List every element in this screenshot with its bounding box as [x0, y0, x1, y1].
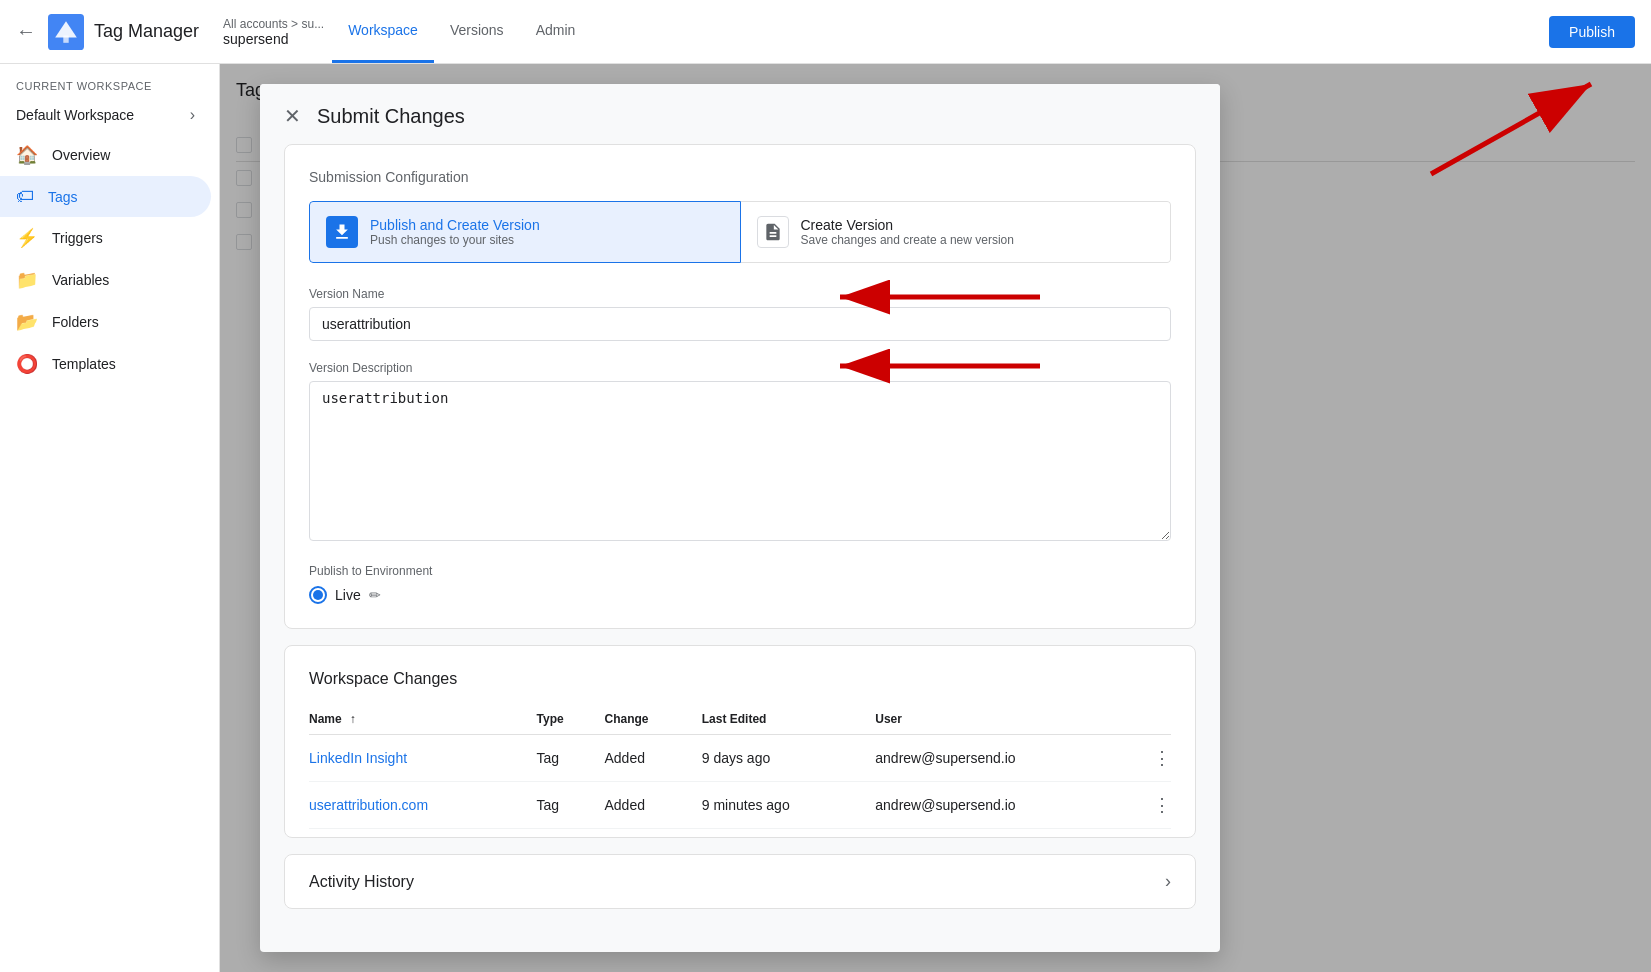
col-header-last-edited: Last Edited: [702, 704, 876, 735]
sidebar-item-label-tags: Tags: [48, 189, 78, 205]
env-radio-inner: [313, 590, 323, 600]
main-layout: CURRENT WORKSPACE Default Workspace › 🏠 …: [0, 64, 1651, 972]
nav-item-versions[interactable]: Versions: [434, 0, 520, 63]
tags-icon: 🏷: [16, 186, 34, 207]
workspace-changes-title: Workspace Changes: [309, 670, 1171, 688]
current-workspace-label: CURRENT WORKSPACE: [0, 64, 219, 96]
row-1-change: Added: [604, 782, 701, 829]
row-0-user: andrew@supersend.io: [875, 735, 1139, 782]
publish-option-text: Publish and Create Version Push changes …: [370, 217, 540, 247]
changes-table-header-row: Name ↑ Type Change Last Edited User: [309, 704, 1171, 735]
version-name-group: Version Name: [309, 287, 1171, 341]
version-name-label: Version Name: [309, 287, 1171, 301]
gtm-logo: [48, 14, 84, 50]
col-header-name: Name ↑: [309, 704, 537, 735]
publish-option-icon: [326, 216, 358, 248]
publish-env-label: Publish to Environment: [309, 564, 1171, 578]
folders-icon: 📂: [16, 311, 38, 333]
nav-item-admin[interactable]: Admin: [520, 0, 592, 63]
modal-close-button[interactable]: ✕: [284, 104, 301, 128]
table-row: userattribution.com Tag Added 9 minutes …: [309, 782, 1171, 829]
modal-title: Submit Changes: [317, 105, 465, 128]
table-row: LinkedIn Insight Tag Added 9 days ago an…: [309, 735, 1171, 782]
version-desc-label: Version Description: [309, 361, 1171, 375]
create-option-text: Create Version Save changes and create a…: [801, 217, 1014, 247]
create-option-icon: [757, 216, 789, 248]
sidebar-item-label-triggers: Triggers: [52, 230, 103, 246]
publish-env-group: Publish to Environment Live ✏: [309, 564, 1171, 604]
content-area: Tags Name Conversa... LinkedIn... userat…: [220, 64, 1651, 972]
activity-history-header[interactable]: Activity History ›: [285, 855, 1195, 908]
workspace-display-name: Default Workspace: [16, 107, 190, 123]
col-header-user: User: [875, 704, 1139, 735]
environment-item: Live ✏: [309, 586, 1171, 604]
sidebar-item-templates[interactable]: ⭕ Templates: [0, 343, 211, 385]
row-1-menu-button[interactable]: ⋮: [1140, 782, 1171, 829]
row-1-name[interactable]: userattribution.com: [309, 782, 537, 829]
modal-header: ✕ Submit Changes: [260, 84, 1220, 144]
templates-icon: ⭕: [16, 353, 38, 375]
workspace-changes-card: Workspace Changes Name ↑ Type: [284, 645, 1196, 838]
row-0-change: Added: [604, 735, 701, 782]
row-0-name[interactable]: LinkedIn Insight: [309, 735, 537, 782]
sidebar-item-variables[interactable]: 📁 Variables: [0, 259, 211, 301]
col-header-type: Type: [537, 704, 605, 735]
sidebar-item-overview[interactable]: 🏠 Overview: [0, 134, 211, 176]
env-radio[interactable]: [309, 586, 327, 604]
sidebar-item-label-variables: Variables: [52, 272, 109, 288]
sidebar-item-folders[interactable]: 📂 Folders: [0, 301, 211, 343]
workspace-changes-table: Name ↑ Type Change Last Edited User: [309, 704, 1171, 829]
topbar-nav: Workspace Versions Admin: [332, 0, 591, 63]
back-button[interactable]: ←: [16, 20, 36, 43]
sidebar-item-label-overview: Overview: [52, 147, 110, 163]
publish-option-subtitle: Push changes to your sites: [370, 233, 540, 247]
col-header-actions: [1140, 704, 1171, 735]
create-version-option[interactable]: Create Version Save changes and create a…: [741, 201, 1172, 263]
activity-history-card: Activity History ›: [284, 854, 1196, 909]
default-workspace-item[interactable]: Default Workspace ›: [0, 96, 211, 134]
row-0-menu-button[interactable]: ⋮: [1140, 735, 1171, 782]
account-label: All accounts > su...: [223, 17, 324, 31]
topbar: ← Tag Manager All accounts > su... super…: [0, 0, 1651, 64]
publish-option-title: Publish and Create Version: [370, 217, 540, 233]
row-1-last-edited: 9 minutes ago: [702, 782, 876, 829]
workspace-name-topbar: supersend: [223, 31, 324, 47]
nav-item-workspace[interactable]: Workspace: [332, 0, 434, 63]
sidebar-item-tags[interactable]: 🏷 Tags: [0, 176, 211, 217]
create-option-subtitle: Save changes and create a new version: [801, 233, 1014, 247]
name-sort-icon[interactable]: ↑: [350, 712, 356, 726]
create-option-title: Create Version: [801, 217, 1014, 233]
publish-option[interactable]: Publish and Create Version Push changes …: [309, 201, 741, 263]
publish-button[interactable]: Publish: [1549, 16, 1635, 48]
app-name: Tag Manager: [94, 21, 199, 42]
sidebar-item-triggers[interactable]: ⚡ Triggers: [0, 217, 211, 259]
row-0-last-edited: 9 days ago: [702, 735, 876, 782]
activity-chevron-icon: ›: [1165, 871, 1171, 892]
workspace-chevron-icon: ›: [190, 106, 195, 124]
row-1-type: Tag: [537, 782, 605, 829]
overview-icon: 🏠: [16, 144, 38, 166]
submission-config-card: Submission Configuration Publish and Cre…: [284, 144, 1196, 629]
triggers-icon: ⚡: [16, 227, 38, 249]
col-header-change: Change: [604, 704, 701, 735]
activity-history-title: Activity History: [309, 873, 414, 891]
version-name-input[interactable]: [309, 307, 1171, 341]
submission-config-title: Submission Configuration: [309, 169, 1171, 185]
sidebar-item-label-folders: Folders: [52, 314, 99, 330]
env-name: Live: [335, 587, 361, 603]
env-edit-icon[interactable]: ✏: [369, 587, 381, 603]
sidebar: CURRENT WORKSPACE Default Workspace › 🏠 …: [0, 64, 220, 972]
variables-icon: 📁: [16, 269, 38, 291]
row-0-type: Tag: [537, 735, 605, 782]
version-desc-group: Version Description userattribution: [309, 361, 1171, 544]
modal-overlay: ✕ Submit Changes Submission Configuratio…: [220, 64, 1651, 972]
modal-panel: ✕ Submit Changes Submission Configuratio…: [260, 84, 1220, 952]
svg-rect-2: [63, 35, 68, 42]
row-1-user: andrew@supersend.io: [875, 782, 1139, 829]
version-desc-textarea[interactable]: userattribution: [309, 381, 1171, 541]
submission-options: Publish and Create Version Push changes …: [309, 201, 1171, 263]
sidebar-item-label-templates: Templates: [52, 356, 116, 372]
